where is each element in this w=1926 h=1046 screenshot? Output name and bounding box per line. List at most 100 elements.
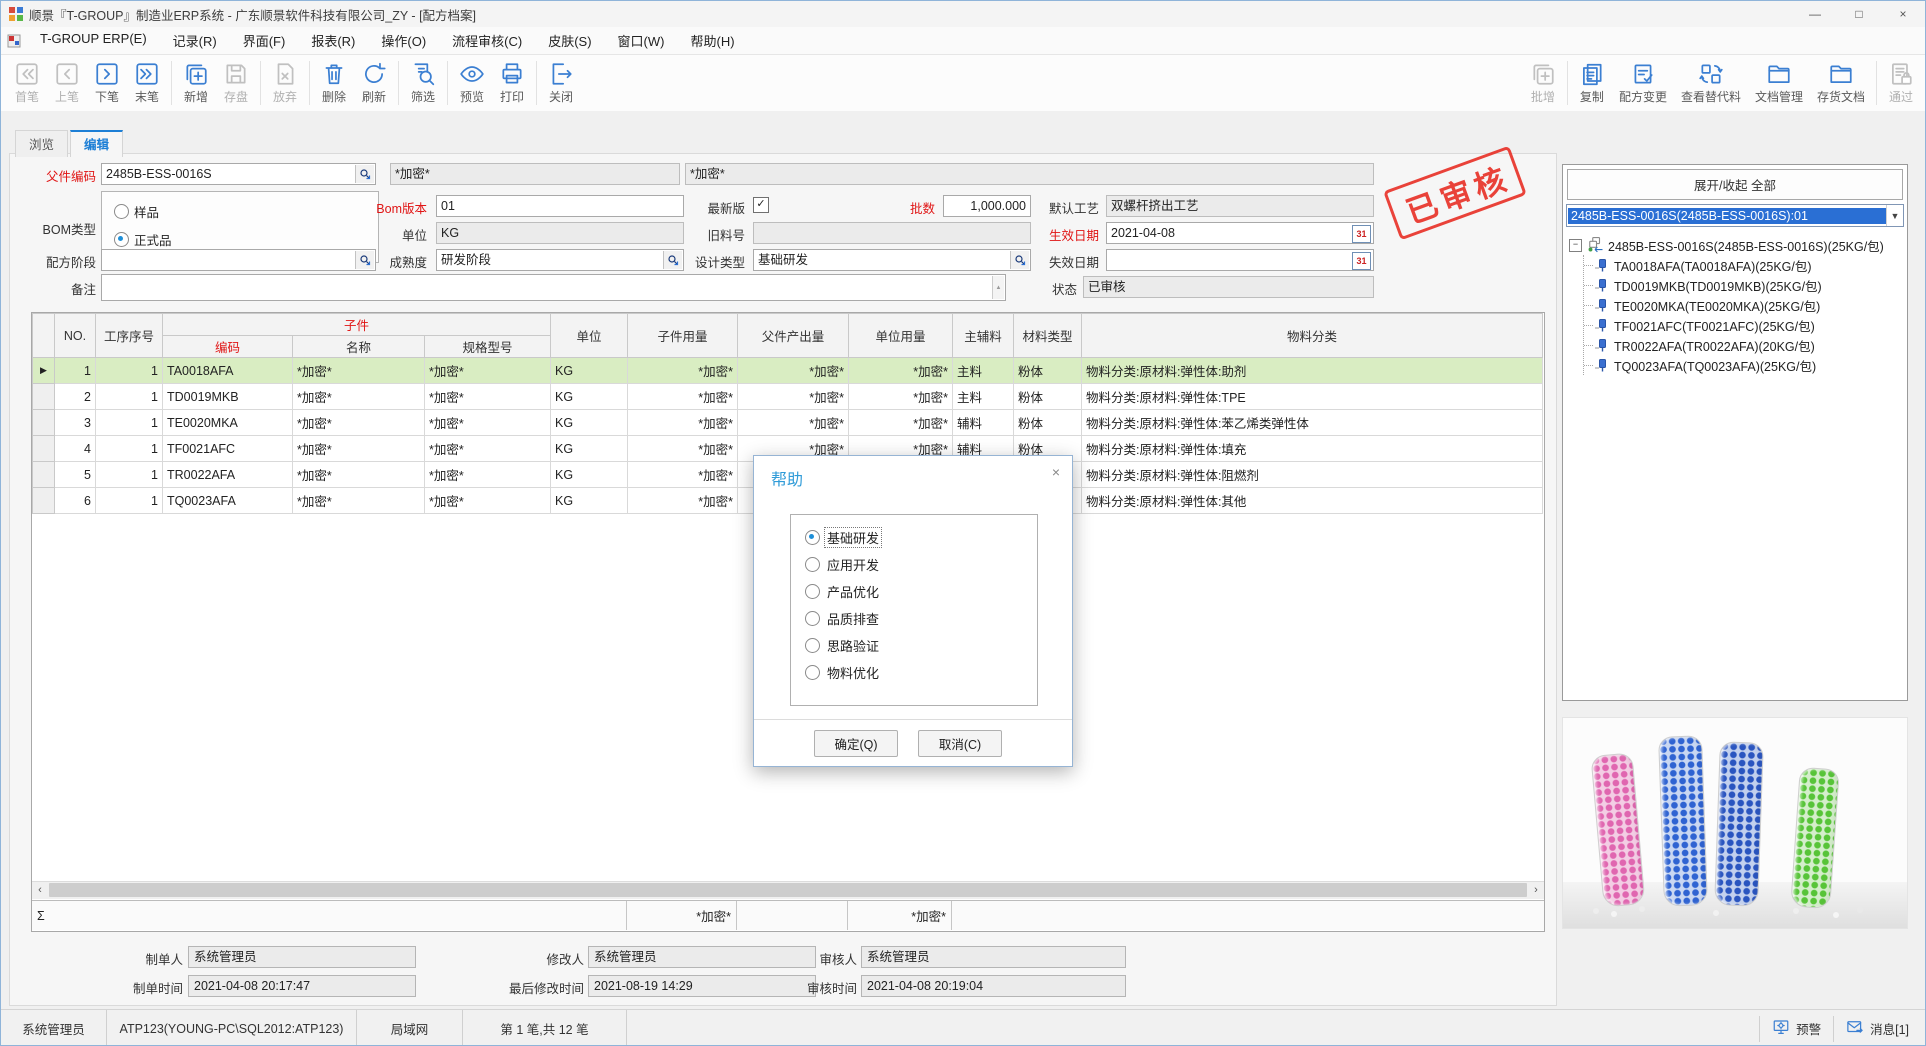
table-cell[interactable]: TE0020MKA xyxy=(163,410,293,436)
table-cell[interactable]: *加密* xyxy=(425,384,551,410)
column-subheader[interactable]: 规格型号 xyxy=(425,336,551,358)
column-header[interactable]: 子件用量 xyxy=(628,314,738,358)
table-cell[interactable]: 3 xyxy=(55,410,96,436)
table-cell[interactable]: *加密* xyxy=(628,384,738,410)
table-cell[interactable]: 物料分类:原材料:弹性体:苯乙烯类弹性体 xyxy=(1082,410,1543,436)
table-row[interactable]: 31TE0020MKA*加密**加密*KG*加密**加密**加密*辅料粉体物料分… xyxy=(33,410,1543,436)
table-cell[interactable]: 1 xyxy=(55,358,96,384)
column-header[interactable]: 父件产出量 xyxy=(738,314,849,358)
toolbar-button-exit[interactable]: 关闭 xyxy=(541,60,581,106)
table-cell[interactable]: *加密* xyxy=(293,410,425,436)
dialog-radio-option[interactable]: 品质排查 xyxy=(805,609,1037,627)
table-cell[interactable]: *加密* xyxy=(738,384,849,410)
expand-collapse-all-button[interactable]: 展开/收起 全部 xyxy=(1567,169,1903,200)
table-row[interactable]: 21TD0019MKB*加密**加密*KG*加密**加密**加密*主料粉体物料分… xyxy=(33,384,1543,410)
dialog-radio-option[interactable]: 应用开发 xyxy=(805,555,1037,573)
table-cell[interactable]: *加密* xyxy=(628,436,738,462)
dialog-radio-option[interactable]: 物料优化 xyxy=(805,663,1037,681)
batch-field[interactable]: 1,000.000 xyxy=(943,195,1031,217)
dialog-radio-option[interactable]: 基础研发 xyxy=(805,528,1037,546)
table-cell[interactable]: *加密* xyxy=(628,462,738,488)
dialog-radio-option[interactable]: 产品优化 xyxy=(805,582,1037,600)
menu-item[interactable]: 报表(R) xyxy=(298,27,368,54)
horizontal-scrollbar[interactable]: ‹ › xyxy=(32,881,1544,899)
table-cell[interactable]: *加密* xyxy=(293,462,425,488)
table-cell[interactable]: *加密* xyxy=(849,358,953,384)
close-icon[interactable]: × xyxy=(1052,464,1060,480)
table-cell[interactable]: *加密* xyxy=(293,358,425,384)
toolbar-button-refresh[interactable]: 刷新 xyxy=(354,60,394,106)
column-header[interactable]: 主辅料 xyxy=(953,314,1014,358)
toolbar-button-print[interactable]: 打印 xyxy=(492,60,532,106)
table-cell[interactable]: *加密* xyxy=(425,462,551,488)
tree-item[interactable]: TR0022AFA(TR0022AFA)(20KG/包) xyxy=(1584,335,1905,355)
table-cell[interactable]: TD0019MKB xyxy=(163,384,293,410)
table-cell[interactable]: *加密* xyxy=(425,436,551,462)
menu-item[interactable]: 流程审核(C) xyxy=(439,27,535,54)
column-group-child[interactable]: 子件 xyxy=(163,314,551,336)
table-cell[interactable]: *加密* xyxy=(628,410,738,436)
table-cell[interactable]: KG xyxy=(551,358,628,384)
table-cell[interactable]: KG xyxy=(551,436,628,462)
table-cell[interactable]: 物料分类:原材料:弹性体:TPE xyxy=(1082,384,1543,410)
lookup-icon[interactable] xyxy=(663,251,682,269)
minimize-button[interactable]: — xyxy=(1793,1,1837,27)
dialog-radio-option[interactable]: 思路验证 xyxy=(805,636,1037,654)
table-cell[interactable]: 主料 xyxy=(953,384,1014,410)
tree-root-node[interactable]: − 2485B-ESS-0016S(2485B-ESS-0016S)(25KG/… xyxy=(1569,235,1905,255)
tree-item[interactable]: TE0020MKA(TE0020MKA)(25KG/包) xyxy=(1584,295,1905,315)
table-cell[interactable]: 1 xyxy=(96,358,163,384)
formula-stage-field[interactable] xyxy=(101,249,376,271)
ok-button[interactable]: 确定(Q) xyxy=(814,730,898,757)
scroll-left-icon[interactable]: ‹ xyxy=(32,882,48,898)
toolbar-button-preview[interactable]: 预览 xyxy=(452,60,492,106)
table-cell[interactable]: *加密* xyxy=(425,358,551,384)
table-cell[interactable]: KG xyxy=(551,384,628,410)
table-cell[interactable]: 2 xyxy=(55,384,96,410)
table-cell[interactable]: *加密* xyxy=(293,488,425,514)
menu-item[interactable]: T-GROUP ERP(E) xyxy=(27,27,160,54)
table-cell[interactable]: 物料分类:原材料:弹性体:其他 xyxy=(1082,488,1543,514)
table-cell[interactable]: 1 xyxy=(96,410,163,436)
radio-sample[interactable]: 样品 xyxy=(114,202,159,221)
table-cell[interactable]: 粉体 xyxy=(1014,384,1082,410)
status-alert-button[interactable]: 预警 xyxy=(1760,1018,1833,1039)
table-cell[interactable]: 1 xyxy=(96,384,163,410)
table-cell[interactable]: TF0021AFC xyxy=(163,436,293,462)
table-cell[interactable]: TA0018AFA xyxy=(163,358,293,384)
table-cell[interactable]: 6 xyxy=(55,488,96,514)
table-cell[interactable]: *加密* xyxy=(738,410,849,436)
table-cell[interactable]: 4 xyxy=(55,436,96,462)
lookup-icon[interactable] xyxy=(355,165,374,183)
toolbar-button-doc-edit[interactable]: 配方变更 xyxy=(1612,60,1674,106)
toolbar-button-add[interactable]: 新增 xyxy=(176,60,216,106)
tree-item[interactable]: TD0019MKB(TD0019MKB)(25KG/包) xyxy=(1584,275,1905,295)
calendar-icon[interactable]: 31 xyxy=(1352,252,1371,270)
column-subheader[interactable]: 编码 xyxy=(163,336,293,358)
menu-item[interactable]: 界面(F) xyxy=(230,27,299,54)
column-header-seq[interactable]: 工序序号 xyxy=(96,314,163,358)
table-cell[interactable]: KG xyxy=(551,462,628,488)
table-cell[interactable]: *加密* xyxy=(628,358,738,384)
design-type-field[interactable]: 基础研发 xyxy=(753,249,1031,271)
bom-version-combo[interactable]: 2485B-ESS-0016S(2485B-ESS-0016S):01 ▼ xyxy=(1566,204,1904,227)
table-cell[interactable]: 粉体 xyxy=(1014,358,1082,384)
cancel-button[interactable]: 取消(C) xyxy=(918,730,1002,757)
toolbar-button-folder[interactable]: 存货文档 xyxy=(1810,60,1872,106)
menu-item[interactable]: 帮助(H) xyxy=(677,27,747,54)
close-button[interactable]: × xyxy=(1881,1,1925,27)
toolbar-button-substitute[interactable]: 查看替代料 xyxy=(1674,60,1748,106)
remark-field[interactable]: ▲▼ xyxy=(101,274,1006,301)
tree-item[interactable]: TQ0023AFA(TQ0023AFA)(25KG/包) xyxy=(1584,355,1905,375)
toolbar-button-delete[interactable]: 删除 xyxy=(314,60,354,106)
tree-item[interactable]: TF0021AFC(TF0021AFC)(25KG/包) xyxy=(1584,315,1905,335)
table-cell[interactable]: KG xyxy=(551,488,628,514)
table-cell[interactable]: KG xyxy=(551,410,628,436)
expiry-date-field[interactable]: 31 xyxy=(1106,249,1374,271)
table-cell[interactable]: 1 xyxy=(96,488,163,514)
toolbar-button-nav-next[interactable]: 下笔 xyxy=(87,60,127,106)
table-cell[interactable]: 物料分类:原材料:弹性体:阻燃剂 xyxy=(1082,462,1543,488)
column-header[interactable]: 单位 xyxy=(551,314,628,358)
table-cell[interactable]: *加密* xyxy=(628,488,738,514)
table-cell[interactable]: 辅料 xyxy=(953,410,1014,436)
